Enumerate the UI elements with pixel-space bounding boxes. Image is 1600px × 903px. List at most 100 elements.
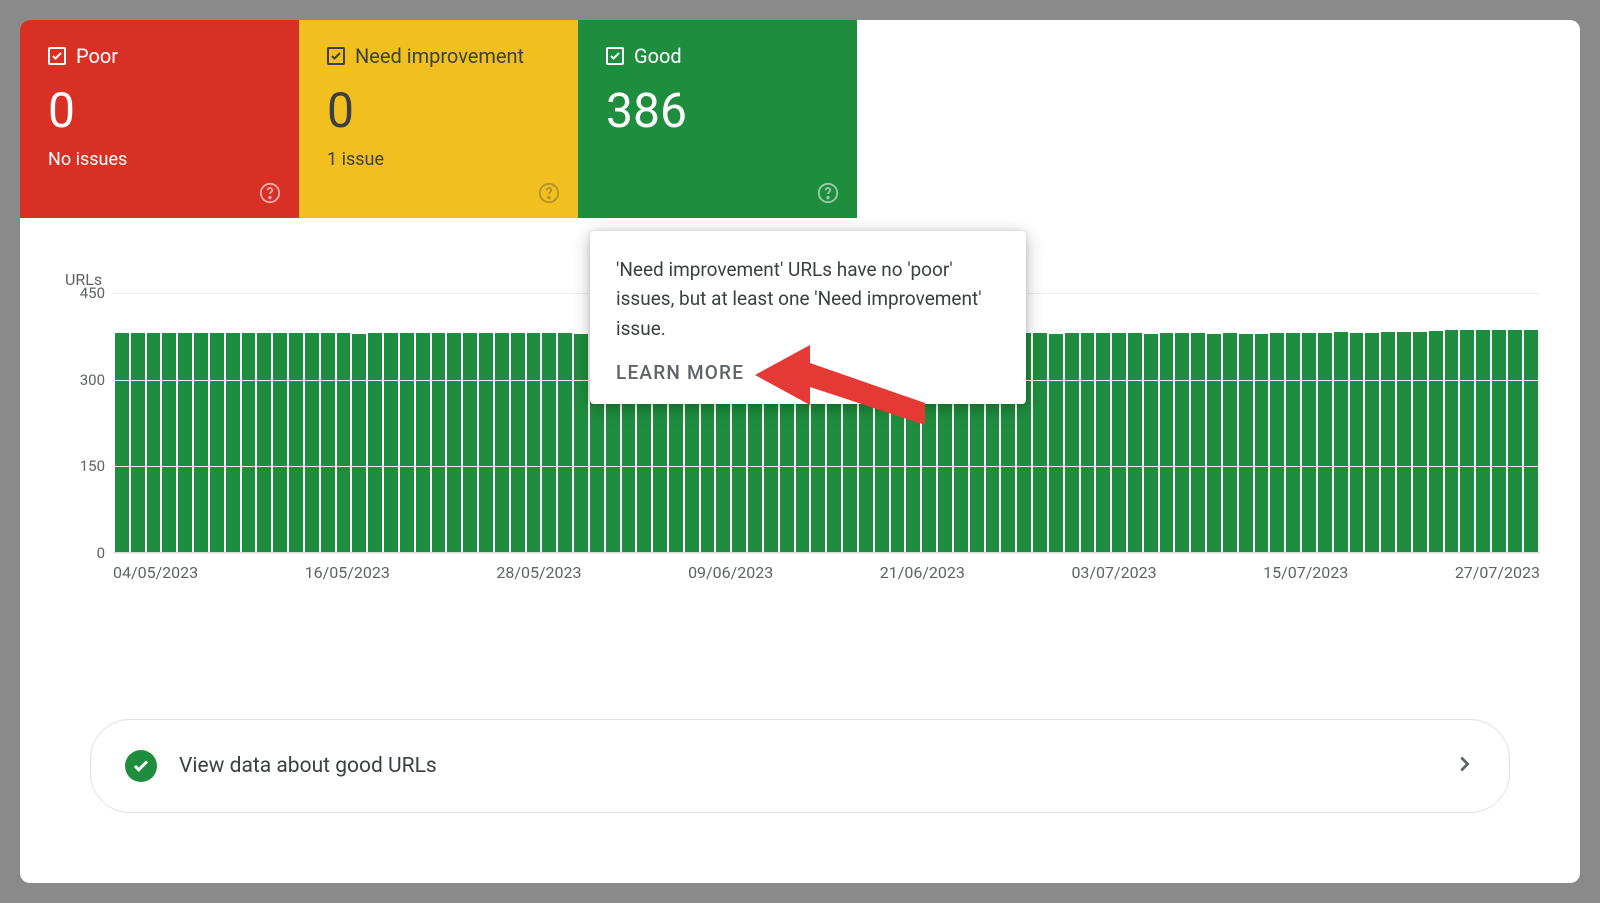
chart-ytick: 300 [65, 371, 105, 389]
tab-need-improvement[interactable]: Need improvement 0 1 issue [299, 20, 578, 218]
chart-bar[interactable] [1286, 333, 1300, 552]
chart-bar[interactable] [1429, 331, 1443, 552]
help-icon[interactable] [817, 182, 839, 204]
tab-poor[interactable]: Poor 0 No issues [20, 20, 299, 218]
chart-xtick: 09/06/2023 [688, 563, 773, 582]
chart-bar[interactable] [1191, 333, 1205, 552]
chart-xtick: 28/05/2023 [496, 563, 581, 582]
chart-bar[interactable] [131, 333, 145, 552]
help-icon[interactable] [538, 182, 560, 204]
chart-bar[interactable] [1445, 330, 1459, 552]
chart-bar[interactable] [1492, 330, 1506, 552]
chart-bar[interactable] [1175, 333, 1189, 552]
chart-bar[interactable] [1128, 333, 1142, 552]
chart-bar[interactable] [147, 333, 161, 552]
view-good-urls-button[interactable]: View data about good URLs [90, 719, 1510, 813]
chart-xtick: 21/06/2023 [880, 563, 965, 582]
chart-bar[interactable] [1460, 330, 1474, 552]
chart-bar[interactable] [1302, 333, 1316, 552]
tab-need-count: 0 [327, 82, 550, 139]
chart-bar[interactable] [511, 333, 525, 552]
tab-good-count: 386 [606, 82, 829, 139]
chart-bar[interactable] [289, 333, 303, 552]
chart-bar[interactable] [574, 334, 588, 552]
view-good-urls-label: View data about good URLs [179, 754, 1431, 778]
chevron-right-icon [1453, 753, 1475, 779]
chart-bar[interactable] [162, 333, 176, 552]
chart-bar[interactable] [1476, 330, 1490, 552]
chart-bar[interactable] [1049, 334, 1063, 552]
chart-bar[interactable] [463, 333, 477, 552]
chart-ytick: 150 [65, 457, 105, 475]
chart-bar[interactable] [210, 333, 224, 552]
chart-xtick: 04/05/2023 [113, 563, 198, 582]
chart-bar[interactable] [305, 333, 319, 552]
checkbox-icon [606, 47, 624, 65]
chart-bar[interactable] [527, 333, 541, 552]
chart-bar[interactable] [1239, 334, 1253, 552]
chart-bar[interactable] [337, 333, 351, 552]
chart-bar[interactable] [1318, 333, 1332, 552]
chart-bar[interactable] [1255, 334, 1269, 552]
chart-bar[interactable] [1413, 332, 1427, 552]
checkbox-icon [48, 47, 66, 65]
chart-bar[interactable] [447, 333, 461, 552]
chart-bar[interactable] [1223, 333, 1237, 552]
chart-bar[interactable] [368, 333, 382, 552]
chart-xtick: 16/05/2023 [305, 563, 390, 582]
status-tabs: Poor 0 No issues Need improvement 0 1 is… [20, 20, 1580, 218]
tab-poor-count: 0 [48, 82, 271, 139]
chart-bar[interactable] [1365, 333, 1379, 552]
chart-bar[interactable] [178, 333, 192, 552]
chart-bar[interactable] [273, 333, 287, 552]
chart-bar[interactable] [242, 333, 256, 552]
chart-bar[interactable] [1207, 334, 1221, 552]
chart-ytick: 450 [65, 284, 105, 302]
chart-bar[interactable] [115, 333, 129, 552]
tab-need-label: Need improvement [355, 44, 524, 68]
chart-xtick: 03/07/2023 [1071, 563, 1156, 582]
checkbox-icon [327, 47, 345, 65]
chart-xtick: 15/07/2023 [1263, 563, 1348, 582]
chart-bar[interactable] [416, 333, 430, 552]
chart-bar[interactable] [1381, 332, 1395, 552]
chart-bar[interactable] [1033, 333, 1047, 552]
help-icon[interactable] [259, 182, 281, 204]
chart-ytick: 0 [65, 544, 105, 562]
chart-bar[interactable] [384, 333, 398, 552]
chart-bar[interactable] [479, 333, 493, 552]
chart-bar[interactable] [194, 333, 208, 552]
tab-good-label: Good [634, 44, 682, 68]
chart-bar[interactable] [1350, 333, 1364, 552]
cwv-card: Poor 0 No issues Need improvement 0 1 is… [20, 20, 1580, 883]
check-circle-icon [125, 750, 157, 782]
chart-bar[interactable] [400, 333, 414, 552]
chart-bar[interactable] [1065, 333, 1079, 552]
tab-poor-label: Poor [76, 44, 118, 68]
chart-bar[interactable] [432, 333, 446, 552]
tooltip-text: 'Need improvement' URLs have no 'poor' i… [616, 255, 1000, 343]
chart-bar[interactable] [352, 334, 366, 552]
tab-poor-sub: No issues [48, 149, 271, 170]
tab-need-sub: 1 issue [327, 149, 550, 170]
chart-bar[interactable] [1081, 333, 1095, 552]
chart-bar[interactable] [1112, 333, 1126, 552]
chart-bar[interactable] [1144, 334, 1158, 552]
chart-bar[interactable] [558, 333, 572, 552]
chart-xtick: 27/07/2023 [1455, 563, 1540, 582]
chart-bar[interactable] [495, 333, 509, 552]
arrow-annotation-icon [755, 345, 945, 459]
chart-bar[interactable] [542, 333, 556, 552]
chart-bar[interactable] [321, 333, 335, 552]
chart-bar[interactable] [1524, 330, 1538, 552]
tab-good[interactable]: Good 386 [578, 20, 857, 218]
chart-bar[interactable] [1096, 333, 1110, 552]
chart-bar[interactable] [1160, 333, 1174, 552]
chart-bar[interactable] [257, 333, 271, 552]
chart-bar[interactable] [1270, 333, 1284, 552]
chart-bar[interactable] [1334, 332, 1348, 552]
chart-bar[interactable] [1508, 330, 1522, 552]
chart-bar[interactable] [226, 333, 240, 552]
chart-xaxis: 04/05/2023 16/05/2023 28/05/2023 09/06/2023… [113, 553, 1540, 582]
chart-bar[interactable] [1397, 332, 1411, 552]
